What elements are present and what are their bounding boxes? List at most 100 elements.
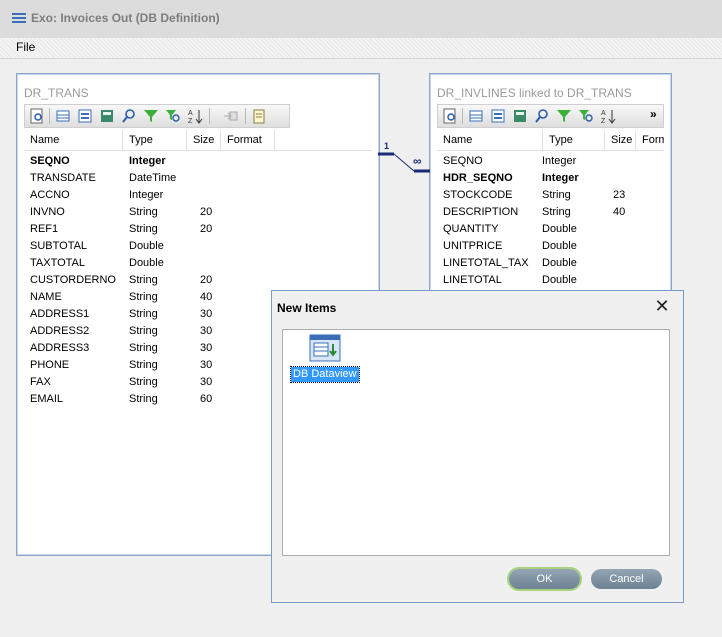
- field-name: PHONE: [30, 359, 70, 371]
- field-name: REF1: [30, 223, 59, 235]
- field-type: Double: [542, 240, 577, 252]
- field-type: String: [129, 274, 158, 286]
- field-type: Double: [542, 223, 577, 235]
- field-type: Integer: [129, 155, 166, 167]
- field-name: ADDRESS2: [30, 325, 90, 337]
- field-type: Integer: [129, 189, 164, 201]
- field-size: 40: [200, 291, 213, 303]
- grid-icon[interactable]: [55, 108, 71, 124]
- field-type: String: [129, 376, 158, 388]
- filter-icon[interactable]: [556, 108, 572, 124]
- field-type: String: [542, 189, 571, 201]
- panel-title: DR_INVLINES linked to DR_TRANS: [437, 86, 632, 100]
- field-type: String: [129, 206, 158, 218]
- column-header-type[interactable]: Type: [543, 130, 605, 150]
- field-list: SEQNO Integer HDR_SEQNO Integer STOCKCODE Str…: [437, 153, 664, 293]
- properties-icon[interactable]: [251, 108, 267, 124]
- svg-text:Z: Z: [188, 118, 193, 124]
- field-type: String: [129, 359, 158, 371]
- field-type: String: [542, 206, 571, 218]
- field-size: 30: [200, 308, 213, 320]
- column-header-format[interactable]: Forma: [636, 130, 664, 150]
- form-icon[interactable]: [77, 108, 93, 124]
- field-name: FAX: [30, 376, 51, 388]
- field-size: 20: [200, 206, 213, 218]
- ok-button[interactable]: OK: [509, 569, 580, 589]
- field-name: SUBTOTAL: [30, 240, 88, 252]
- field-name: QUANTITY: [443, 223, 499, 235]
- field-size: 60: [200, 393, 213, 405]
- field-type: String: [129, 393, 158, 405]
- sort-az-icon[interactable]: AZ: [187, 108, 203, 124]
- field-name: HDR_SEQNO: [443, 172, 513, 184]
- field-type: String: [129, 308, 158, 320]
- field-name: SEQNO: [443, 155, 483, 167]
- field-size: 30: [200, 342, 213, 354]
- preview-icon[interactable]: [442, 108, 458, 124]
- field-type: DateTime: [129, 172, 177, 184]
- calculator-icon[interactable]: [512, 108, 528, 124]
- table-panel-dr-invlines[interactable]: DR_INVLINES linked to DR_TRANS AZ » Name…: [429, 73, 672, 305]
- field-name: UNITPRICE: [443, 240, 503, 252]
- field-type: Double: [129, 240, 164, 252]
- close-icon[interactable]: ✕: [650, 295, 674, 317]
- field-name: STOCKCODE: [443, 189, 513, 201]
- grid-icon[interactable]: [468, 108, 484, 124]
- field-size: 20: [200, 223, 213, 235]
- list-item-db-dataview[interactable]: DB Dataview: [283, 330, 373, 386]
- field-name: TRANSDATE: [30, 172, 96, 184]
- field-type: Double: [129, 257, 164, 269]
- field-size: 30: [200, 376, 213, 388]
- dialog-title: New Items: [277, 301, 337, 315]
- search-icon[interactable]: [121, 108, 137, 124]
- sort-az-icon[interactable]: AZ: [600, 108, 616, 124]
- panel-title: DR_TRANS: [24, 86, 89, 100]
- field-size: 23: [613, 189, 626, 201]
- form-icon[interactable]: [490, 108, 506, 124]
- item-list[interactable]: DB Dataview: [282, 329, 670, 556]
- column-header-size[interactable]: Size: [605, 130, 636, 150]
- field-name: EMAIL: [30, 393, 64, 405]
- preview-icon[interactable]: [29, 108, 45, 124]
- menu-file[interactable]: File: [16, 40, 35, 54]
- field-type: Double: [542, 257, 577, 269]
- filter-search-icon[interactable]: [165, 108, 181, 124]
- window-title-bar: Exo: Invoices Out (DB Definition): [0, 0, 722, 38]
- field-type: Integer: [542, 172, 579, 184]
- column-header-type[interactable]: Type: [123, 130, 187, 150]
- field-name: ADDRESS3: [30, 342, 90, 354]
- field-name: LINETOTAL: [443, 274, 502, 286]
- toolbar-overflow-button[interactable]: »: [650, 107, 657, 121]
- search-icon[interactable]: [534, 108, 550, 124]
- field-name: TAXTOTAL: [30, 257, 86, 269]
- field-type: Double: [542, 274, 577, 286]
- svg-text:A: A: [601, 110, 606, 117]
- field-size: 20: [200, 274, 213, 286]
- field-size: 40: [613, 206, 626, 218]
- filter-search-icon[interactable]: [578, 108, 594, 124]
- panel-toolbar: AZ »: [437, 104, 664, 128]
- column-header-row: Name Type Size Format: [24, 130, 372, 151]
- field-type: String: [129, 342, 158, 354]
- column-header-size[interactable]: Size: [187, 130, 221, 150]
- list-item-label: DB Dataview: [290, 366, 360, 383]
- window-title: Exo: Invoices Out (DB Definition): [31, 11, 220, 25]
- field-type: Integer: [542, 155, 577, 167]
- new-items-dialog: New Items ✕ DB Dataview OK Cancel: [271, 290, 684, 603]
- column-header-name[interactable]: Name: [24, 130, 123, 150]
- filter-icon[interactable]: [143, 108, 159, 124]
- field-name: DESCRIPTION: [443, 206, 519, 218]
- menu-bar: File: [0, 38, 722, 59]
- column-header-format[interactable]: Format: [221, 130, 275, 150]
- field-name: ACCNO: [30, 189, 70, 201]
- cancel-button[interactable]: Cancel: [591, 569, 662, 589]
- column-header-name[interactable]: Name: [437, 130, 543, 150]
- svg-text:A: A: [188, 110, 193, 117]
- import-icon[interactable]: [223, 108, 239, 124]
- relationship-many-label: ∞: [413, 154, 422, 168]
- field-type: String: [129, 325, 158, 337]
- field-type: String: [129, 223, 158, 235]
- svg-text:Z: Z: [601, 118, 606, 124]
- field-name: CUSTORDERNO: [30, 274, 116, 286]
- calculator-icon[interactable]: [99, 108, 115, 124]
